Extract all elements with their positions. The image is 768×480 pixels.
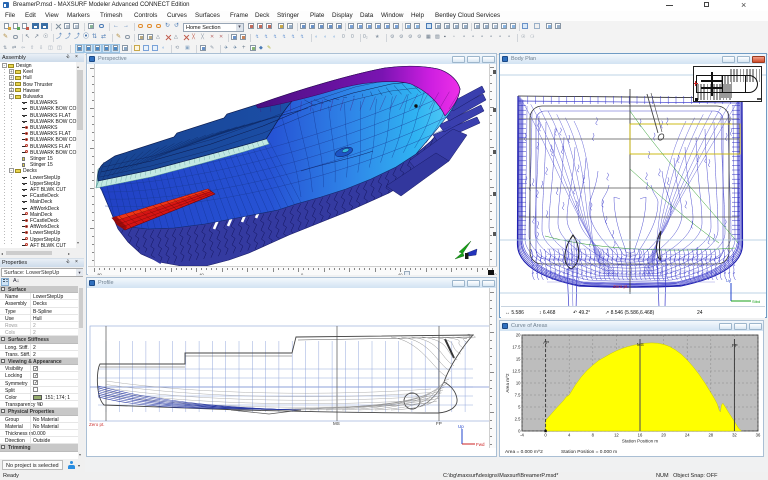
svg-text:MS: MS: [637, 342, 644, 347]
svg-text:-4: -4: [520, 433, 524, 438]
svg-text:20: 20: [661, 433, 666, 438]
svg-text:2.5: 2.5: [515, 417, 521, 422]
svg-text:28: 28: [708, 433, 713, 438]
svg-text:15: 15: [516, 357, 521, 362]
svg-text:Up: Up: [726, 278, 732, 283]
svg-text:5: 5: [518, 405, 521, 410]
svg-text:Zero pt.: Zero pt.: [613, 284, 629, 289]
svg-text:12: 12: [614, 433, 619, 438]
svg-text:24: 24: [685, 433, 690, 438]
svg-text:4: 4: [568, 433, 571, 438]
svg-text:32: 32: [732, 433, 737, 438]
svg-text:10: 10: [516, 381, 521, 386]
svg-text:AP: AP: [543, 340, 549, 345]
svg-text:MS: MS: [333, 421, 340, 426]
svg-text:Area = 0.000 m^2: Area = 0.000 m^2: [505, 449, 543, 455]
svg-text:Area m^2: Area m^2: [505, 373, 510, 393]
svg-text:Station Position = 0.000 m: Station Position = 0.000 m: [561, 449, 617, 455]
svg-text:12.5: 12.5: [512, 369, 521, 374]
svg-text:0: 0: [544, 433, 547, 438]
svg-text:20: 20: [516, 333, 521, 338]
svg-text:17.5: 17.5: [512, 345, 521, 350]
svg-text:Stbd: Stbd: [752, 299, 760, 304]
svg-text:FP: FP: [436, 421, 442, 426]
svg-text:FP: FP: [732, 343, 738, 348]
svg-text:Fwd: Fwd: [476, 442, 485, 447]
svg-text:36: 36: [756, 433, 761, 438]
svg-text:16: 16: [638, 433, 643, 438]
svg-text:Station Position m: Station Position m: [622, 439, 659, 444]
svg-text:7.5: 7.5: [515, 393, 521, 398]
svg-text:Up: Up: [458, 424, 464, 429]
svg-text:8: 8: [592, 433, 595, 438]
svg-text:Zero pt.: Zero pt.: [89, 422, 105, 427]
